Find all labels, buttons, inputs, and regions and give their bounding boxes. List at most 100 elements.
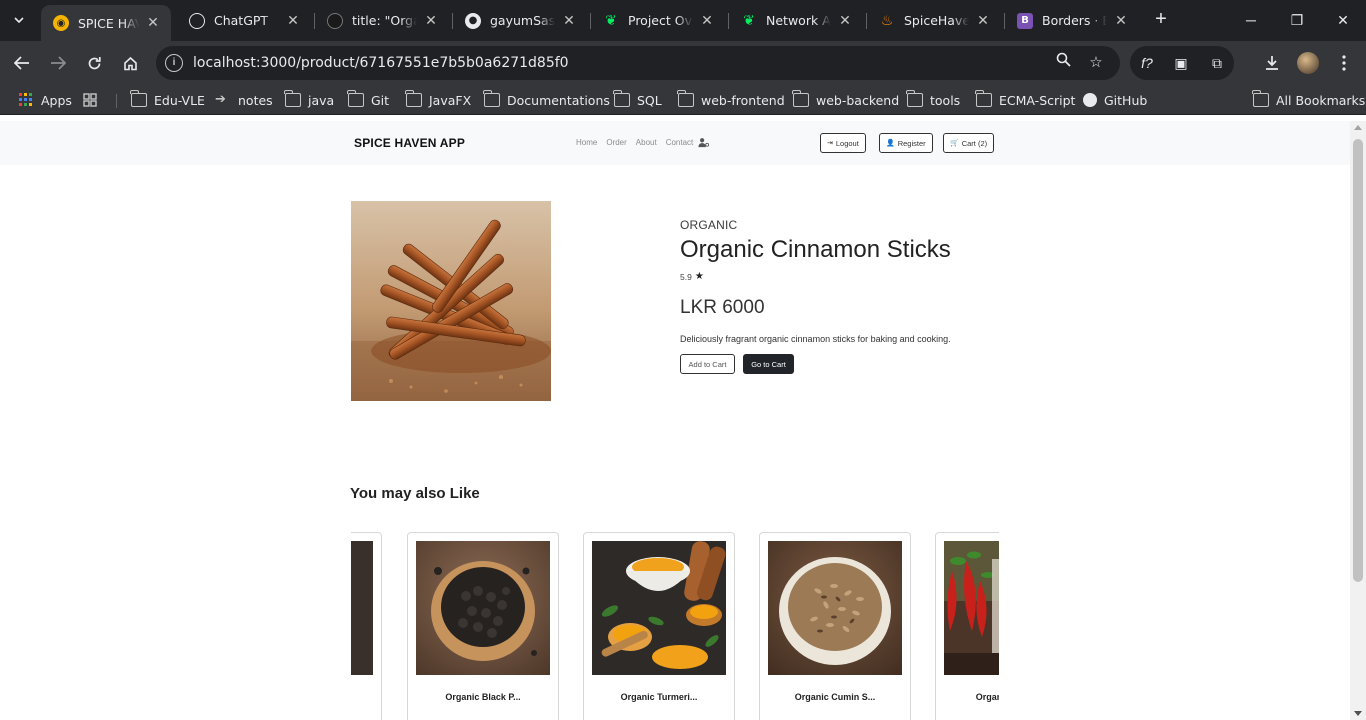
tab-title: SPICE HAVEN <box>78 15 139 31</box>
bookmark-folder-javafx[interactable]: JavaFX <box>405 90 471 110</box>
bookmark-folder-ecma-script[interactable]: ECMA-Script <box>975 90 1075 110</box>
site-info-icon[interactable]: i <box>165 54 183 72</box>
bookmark-label: Apps <box>41 92 72 108</box>
address-bar[interactable]: i localhost:3000/product/67167551e7b5b0a… <box>156 46 1120 80</box>
browser-toolbar: i localhost:3000/product/67167551e7b5b0a… <box>0 41 1366 85</box>
profile-avatar[interactable] <box>1297 52 1319 74</box>
product-rating: 5.9 ★ <box>680 271 704 282</box>
scrollbar-thumb[interactable] <box>1353 139 1363 582</box>
logout-button[interactable]: ⇥ Logout <box>820 133 866 153</box>
close-tab-icon[interactable]: ✕ <box>285 13 301 29</box>
bookmark-folder-edu-vle[interactable]: Edu-VLE <box>130 90 205 110</box>
nav-link-order[interactable]: Order <box>606 138 626 147</box>
close-tab-icon[interactable]: ✕ <box>145 15 161 31</box>
forward-arrow-icon <box>51 56 66 70</box>
bookmark-folder-web-frontend[interactable]: web-frontend <box>677 90 785 110</box>
bookmark-label: Edu-VLE <box>154 92 205 108</box>
tab-title: gayumSasiri/ <box>490 13 555 28</box>
menu-button[interactable] <box>1331 50 1357 76</box>
close-window-button[interactable]: ✕ <box>1328 8 1358 32</box>
go-to-cart-button[interactable]: Go to Cart <box>743 354 794 374</box>
tab-title: ChatGPT <box>214 13 269 28</box>
forward-button[interactable] <box>45 50 71 76</box>
close-tab-icon[interactable]: ✕ <box>561 13 577 29</box>
tab-project-overview[interactable]: ❦ Project Overv ✕ <box>591 6 725 35</box>
brand-logo[interactable]: SPICE HAVEN APP <box>354 136 465 150</box>
tab-search-button[interactable] <box>6 7 32 33</box>
minimize-button[interactable]: ─ <box>1236 8 1266 32</box>
github-favicon-icon: ● <box>465 12 481 29</box>
tab-bootstrap-borders[interactable]: B Borders · Boo ✕ <box>1005 6 1139 35</box>
nav-link-contact[interactable]: Contact <box>666 138 694 147</box>
user-plus-icon: 👤 <box>886 140 895 147</box>
tab-firebase[interactable]: ♨ SpiceHavenA ✕ <box>867 6 1001 35</box>
tab-github[interactable]: ● gayumSasiri/ ✕ <box>453 6 587 35</box>
bookmark-star-icon[interactable]: ☆ <box>1085 52 1107 74</box>
bookmark-github[interactable]: GitHub <box>1083 90 1147 110</box>
cart-label: Cart (2) <box>961 138 988 148</box>
bookmark-label: web-backend <box>816 92 900 108</box>
cart-button[interactable]: 🛒 Cart (2) <box>943 133 995 153</box>
zoom-icon[interactable] <box>1052 52 1074 74</box>
new-tab-button[interactable]: + <box>1150 9 1172 31</box>
product-title: Organic Cinnamon Sticks <box>680 236 951 263</box>
bookmark-folder-tools[interactable]: tools <box>906 90 960 110</box>
related-product-card[interactable]: Organic Turmeri... <box>583 532 735 720</box>
bookmark-folder-git[interactable]: Git <box>347 90 389 110</box>
all-bookmarks[interactable]: All Bookmarks <box>1252 90 1365 110</box>
close-tab-icon[interactable]: ✕ <box>975 13 991 29</box>
register-button[interactable]: 👤 Register <box>879 133 933 153</box>
three-dots-menu-icon <box>1342 55 1346 71</box>
formula-extension-icon[interactable]: f? <box>1136 52 1158 74</box>
bookmark-folder-web-backend[interactable]: web-backend <box>792 90 900 110</box>
star-icon: ★ <box>694 271 704 282</box>
related-section-title: You may also Like <box>350 485 480 502</box>
back-button[interactable] <box>9 50 35 76</box>
folder-icon <box>677 90 694 107</box>
page-scrollbar[interactable] <box>1350 121 1366 720</box>
puzzle-extensions-icon[interactable]: ⧉ <box>1206 52 1228 74</box>
bookmark-folder-java[interactable]: java <box>284 90 334 110</box>
folder-icon <box>1252 90 1269 107</box>
screen-extension-icon[interactable]: ▣ <box>1170 52 1192 74</box>
home-button[interactable] <box>117 50 143 76</box>
related-product-card[interactable]: Organ <box>935 532 999 720</box>
related-product-card[interactable]: Organic Black P... <box>407 532 559 720</box>
nav-link-about[interactable]: About <box>636 138 657 147</box>
cart-icon: 🛒 <box>950 140 959 147</box>
bookmark-folder-sql[interactable]: SQL <box>613 90 662 110</box>
add-to-cart-button[interactable]: Add to Cart <box>680 354 735 374</box>
tab-spice-haven[interactable]: ◉ SPICE HAVEN ✕ <box>41 5 171 41</box>
close-tab-icon[interactable]: ✕ <box>837 13 853 29</box>
bookmark-folder-documentations[interactable]: Documentations <box>483 90 610 110</box>
product-image <box>351 201 551 401</box>
bookmark-notes[interactable]: ➔ notes <box>215 90 273 110</box>
downloads-button[interactable] <box>1259 50 1285 76</box>
related-product-name: Organic Turmeri... <box>620 692 698 702</box>
tab-groups-button[interactable] <box>82 90 105 110</box>
url-text[interactable]: localhost:3000/product/67167551e7b5b0a62… <box>193 55 569 71</box>
reload-button[interactable] <box>81 50 107 76</box>
scroll-down-arrow-icon[interactable] <box>1354 711 1362 716</box>
code-favicon-icon <box>327 12 343 29</box>
scroll-up-arrow-icon[interactable] <box>1354 125 1362 130</box>
user-gear-icon[interactable] <box>698 137 709 148</box>
bookmark-apps[interactable]: Apps <box>18 90 72 110</box>
related-products-carousel[interactable]: Organic Black P... Organic Turmeri... Or… <box>351 532 999 720</box>
close-tab-icon[interactable]: ✕ <box>1113 13 1129 29</box>
nav-link-home[interactable]: Home <box>576 138 597 147</box>
related-product-card[interactable] <box>351 532 382 720</box>
folder-icon <box>906 90 923 107</box>
related-product-card[interactable]: Organic Cumin S... <box>759 532 911 720</box>
rating-value: 5.9 <box>680 271 692 282</box>
restore-button[interactable]: ❐ <box>1282 8 1312 32</box>
tab-network-access[interactable]: ❦ Network Acc ✕ <box>729 6 863 35</box>
close-tab-icon[interactable]: ✕ <box>699 13 715 29</box>
tab-organic-title[interactable]: title: "Organi ✕ <box>315 6 449 35</box>
mongodb-leaf-icon: ❦ <box>605 12 617 29</box>
download-icon <box>1266 56 1278 70</box>
related-product-image <box>592 541 726 675</box>
close-tab-icon[interactable]: ✕ <box>423 13 439 29</box>
related-product-name: Organic Cumin S... <box>794 692 876 702</box>
tab-chatgpt[interactable]: ChatGPT ✕ <box>177 6 311 35</box>
